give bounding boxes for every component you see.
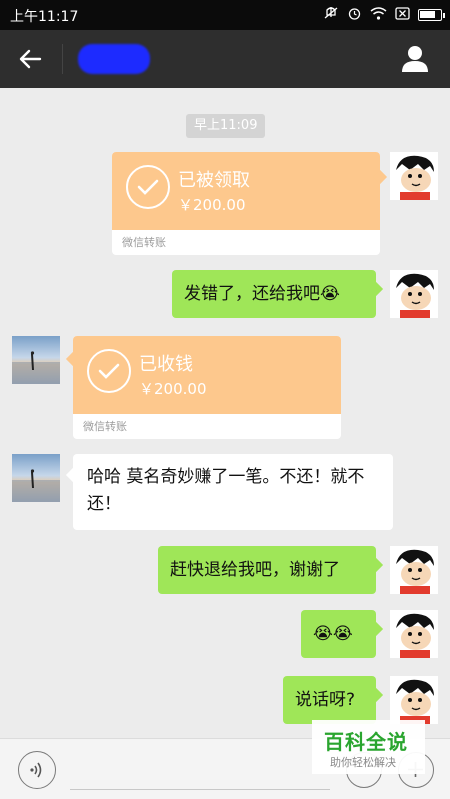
message-text: 说话呀? [295,690,356,710]
alarm-icon [347,6,362,24]
profile-button[interactable] [400,44,430,74]
contact-avatar[interactable] [12,336,60,384]
beach-photo-avatar-icon [12,351,60,384]
watermark-title: 百科全说 [324,730,408,754]
message-text: 发错了，还给我吧😭 [184,284,340,304]
message-input[interactable] [70,789,330,790]
person-icon [402,46,428,72]
message-bubble-sent[interactable]: 😭😭 [301,610,376,658]
message-text: 赶快退给我吧，谢谢了 [170,560,340,580]
cartoon-avatar-icon [390,610,438,658]
my-avatar[interactable] [390,152,438,200]
my-avatar[interactable] [390,676,438,724]
transfer-footer: 微信转账 [83,420,127,433]
transfer-amount: ￥200.00 [139,380,207,398]
battery-level [420,11,435,18]
message-bubble-received[interactable]: 哈哈 莫名奇妙赚了一笔。不还！就不还！ [73,454,393,530]
message-text: 😭😭 [313,624,353,644]
my-avatar[interactable] [390,546,438,594]
battery-icon [418,9,445,21]
no-sim-icon [395,6,410,24]
my-avatar[interactable] [390,270,438,318]
transfer-amount: ￥200.00 [178,196,246,214]
transfer-status: 已收钱 [139,354,193,375]
cartoon-avatar-icon [390,676,438,724]
watermark-subtitle: 助你轻松解决 [330,756,396,769]
message-bubble-sent[interactable]: 说话呀? [283,676,376,724]
transfer-card-received[interactable]: 已收钱 ￥200.00 微信转账 [73,336,341,439]
cartoon-avatar-icon [390,270,438,318]
back-arrow-icon [19,49,42,69]
cartoon-avatar-icon [390,152,438,200]
message-bubble-sent[interactable]: 发错了，还给我吧😭 [172,270,376,318]
check-circle-icon [87,349,131,393]
message-text: 哈哈 莫名奇妙赚了一笔。不还！就不还！ [87,467,365,514]
watermark-logo: 百科全说 助你轻松解决 [312,720,425,774]
beach-photo-avatar-icon [12,469,60,502]
chat-header [0,30,450,88]
cartoon-avatar-icon [390,546,438,594]
transfer-card-sent[interactable]: 已被领取 ￥200.00 微信转账 [112,152,380,255]
transfer-status: 已被领取 [178,170,250,191]
contact-avatar[interactable] [12,454,60,502]
mute-icon [323,6,339,24]
voice-button[interactable] [18,751,56,789]
message-timestamp: 早上11:09 [186,114,266,138]
message-bubble-sent[interactable]: 赶快退给我吧，谢谢了 [158,546,376,594]
status-icons [323,6,445,24]
contact-name-redacted [78,44,150,74]
message-list[interactable]: 早上11:09 已被领取 ￥200.00 微信转账 发错了，还给我吧😭 已收钱 … [0,88,450,738]
my-avatar[interactable] [390,610,438,658]
header-divider [62,44,63,74]
transfer-footer: 微信转账 [122,236,166,249]
check-circle-icon [126,165,170,209]
status-bar: 上午11:17 [0,0,450,30]
status-time: 上午11:17 [10,9,79,25]
wifi-icon [370,6,387,24]
back-button[interactable] [12,40,52,78]
voice-icon [30,762,42,778]
